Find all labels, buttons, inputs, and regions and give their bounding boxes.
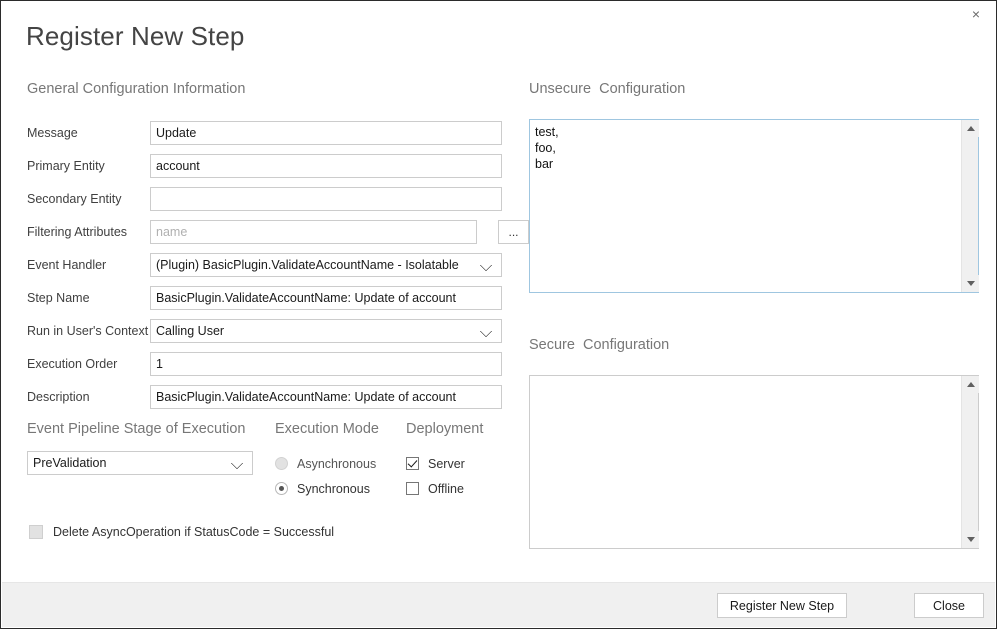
filtering-attributes-browse-button[interactable]: ... — [498, 220, 529, 244]
checkbox-offline-icon — [406, 482, 419, 495]
radio-asynchronous[interactable]: Asynchronous — [275, 451, 376, 476]
checkbox-delete-async-operation-icon — [29, 525, 43, 539]
event-pipeline-stage-select[interactable]: PreValidation — [27, 451, 253, 475]
filtering-attributes-input[interactable] — [150, 220, 477, 244]
heading-event-pipeline-stage: Event Pipeline Stage of Execution — [27, 421, 245, 437]
run-in-users-context-select[interactable]: Calling User — [150, 319, 502, 343]
message-input[interactable] — [150, 121, 502, 145]
arrow-up-glyph — [967, 382, 975, 387]
execution-order-input[interactable] — [150, 352, 502, 376]
form-row-run-in-users-context: Run in User's Context Calling User — [27, 319, 503, 352]
section-header-general: General Configuration Information — [27, 81, 245, 97]
scroll-down-icon[interactable] — [962, 275, 979, 292]
scroll-down-icon[interactable] — [962, 531, 979, 548]
secondary-entity-input[interactable] — [150, 187, 502, 211]
label-event-handler: Event Handler — [27, 258, 106, 272]
checkbox-server-label: Server — [428, 457, 465, 471]
form-row-description: Description — [27, 385, 503, 418]
radio-synchronous[interactable]: Synchronous — [275, 476, 376, 501]
label-step-name: Step Name — [27, 291, 90, 305]
deployment-checkbox-group: Server Offline — [406, 451, 465, 501]
heading-execution-mode: Execution Mode — [275, 421, 379, 437]
primary-entity-input[interactable] — [150, 154, 502, 178]
secure-configuration-scrollbar[interactable] — [961, 376, 978, 548]
arrow-down-glyph — [967, 537, 975, 542]
unsecure-configuration-textarea[interactable]: test, foo, bar — [530, 120, 961, 292]
register-new-step-dialog: × Register New Step General Configuratio… — [0, 0, 997, 629]
form-row-event-handler: Event Handler (Plugin) BasicPlugin.Valid… — [27, 253, 503, 286]
event-handler-select[interactable]: (Plugin) BasicPlugin.ValidateAccountName… — [150, 253, 502, 277]
checkbox-offline[interactable]: Offline — [406, 476, 465, 501]
form-row-filtering-attributes: Filtering Attributes ... — [27, 220, 503, 253]
form-row-execution-order: Execution Order — [27, 352, 503, 385]
page-title: Register New Step — [26, 21, 244, 52]
section-header-unsecure-configuration: Unsecure Configuration — [529, 81, 685, 97]
close-button[interactable]: Close — [914, 593, 984, 618]
general-configuration-form: Message Primary Entity Secondary Entity … — [27, 121, 503, 418]
arrow-down-glyph — [967, 281, 975, 286]
close-icon[interactable]: × — [961, 3, 991, 25]
secure-configuration-textarea[interactable] — [530, 376, 961, 548]
radio-synchronous-label: Synchronous — [297, 482, 370, 496]
radio-asynchronous-label: Asynchronous — [297, 457, 376, 471]
scroll-up-icon[interactable] — [962, 376, 979, 393]
label-execution-order: Execution Order — [27, 357, 117, 371]
step-name-input[interactable] — [150, 286, 502, 310]
dialog-footer: Register New Step Close — [2, 582, 995, 627]
checkbox-server[interactable]: Server — [406, 451, 465, 476]
label-secondary-entity: Secondary Entity — [27, 192, 122, 206]
radio-asynchronous-icon — [275, 457, 288, 470]
description-input[interactable] — [150, 385, 502, 409]
unsecure-configuration-panel: test, foo, bar — [529, 119, 979, 293]
radio-synchronous-icon — [275, 482, 288, 495]
label-description: Description — [27, 390, 90, 404]
label-primary-entity: Primary Entity — [27, 159, 105, 173]
label-message: Message — [27, 126, 78, 140]
checkbox-offline-label: Offline — [428, 482, 464, 496]
label-filtering-attributes: Filtering Attributes — [27, 225, 127, 239]
unsecure-configuration-scrollbar[interactable] — [961, 120, 978, 292]
secure-configuration-panel — [529, 375, 979, 549]
checkbox-delete-async-operation-label: Delete AsyncOperation if StatusCode = Su… — [53, 525, 334, 539]
form-row-secondary-entity: Secondary Entity — [27, 187, 503, 220]
arrow-up-glyph — [967, 126, 975, 131]
execution-mode-radio-group: Asynchronous Synchronous — [275, 451, 376, 501]
register-new-step-button[interactable]: Register New Step — [717, 593, 847, 618]
form-row-step-name: Step Name — [27, 286, 503, 319]
heading-deployment: Deployment — [406, 421, 483, 437]
scroll-up-icon[interactable] — [962, 120, 979, 137]
label-run-in-users-context: Run in User's Context — [27, 324, 148, 338]
checkbox-server-icon — [406, 457, 419, 470]
form-row-message: Message — [27, 121, 503, 154]
form-row-primary-entity: Primary Entity — [27, 154, 503, 187]
section-header-secure-configuration: Secure Configuration — [529, 337, 669, 353]
checkbox-delete-async-operation[interactable]: Delete AsyncOperation if StatusCode = Su… — [29, 525, 334, 539]
